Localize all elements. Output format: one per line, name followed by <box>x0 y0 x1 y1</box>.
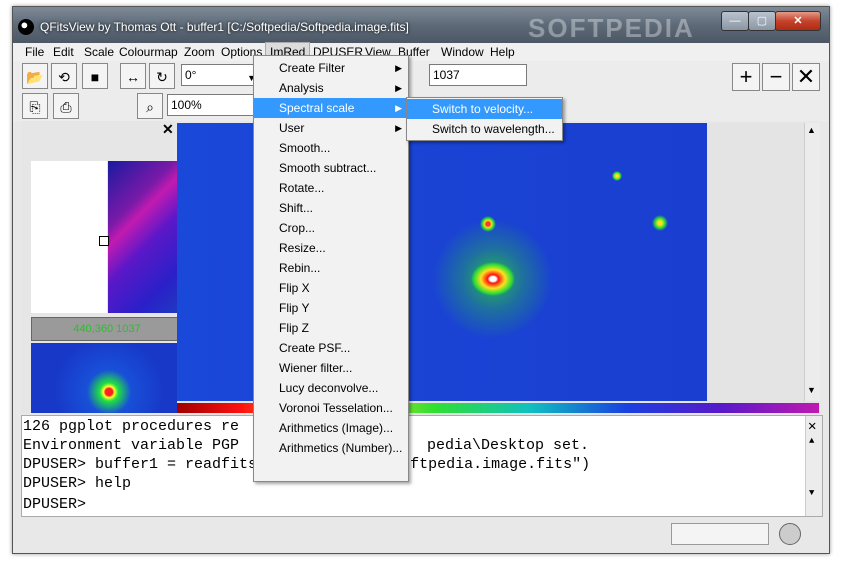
close-button[interactable]: ✕ <box>775 11 821 31</box>
image-vertical-scrollbar[interactable]: ▲ ▼ <box>804 123 820 401</box>
status-field <box>671 523 769 545</box>
menu-edit[interactable]: Edit <box>49 43 78 61</box>
open-folder-icon[interactable]: 📂 <box>22 63 48 89</box>
status-bar <box>13 517 829 553</box>
close-icon[interactable]: ✕ <box>162 121 174 138</box>
copy-icon[interactable]: ⎘ <box>22 93 48 119</box>
magnifier-icon[interactable]: ⌕ <box>137 93 163 119</box>
menu-item-switch-wavelength[interactable]: Switch to wavelength... <box>407 119 562 139</box>
zoom-select[interactable]: 100% ▼ <box>167 94 265 116</box>
watermark: SOFTPEDIA <box>528 13 695 43</box>
submenu-arrow-icon: ▶ <box>395 103 402 113</box>
menu-item-rotate[interactable]: Rotate... <box>254 178 408 198</box>
menu-item-smooth[interactable]: Smooth... <box>254 138 408 158</box>
menu-item-wiener-filter[interactable]: Wiener filter... <box>254 358 408 378</box>
globe-icon <box>779 523 801 545</box>
menu-item-analysis[interactable]: Analysis ▶ <box>254 78 408 98</box>
reload-icon[interactable]: ⟲ <box>51 63 77 89</box>
menu-window[interactable]: Window <box>437 43 488 61</box>
console-line: Environment variable PGP <box>23 437 240 454</box>
overview-thumbnail[interactable] <box>31 343 181 413</box>
menu-item-resize[interactable]: Resize... <box>254 238 408 258</box>
left-panel: ✕ 440,360 1037 <box>21 121 183 413</box>
scroll-down-icon[interactable]: ▼ <box>807 385 816 395</box>
menu-item-smooth-subtract[interactable]: Smooth subtract... <box>254 158 408 178</box>
save-icon[interactable]: ■ <box>82 63 108 89</box>
menu-item-flip-z[interactable]: Flip Z <box>254 318 408 338</box>
cursor-value-bar: 440,360 1037 <box>31 317 183 341</box>
console-line: 126 pgplot procedures re <box>23 418 240 435</box>
console-prompt: DPUSER> <box>23 496 87 513</box>
menu-colourmap[interactable]: Colourmap <box>115 43 182 61</box>
toolbar-top: 📂 ⟲ ■ ↔ ↻ 0° ▼ 1037 + − ✕ <box>13 61 829 91</box>
close-image-icon[interactable]: ✕ <box>792 63 820 91</box>
minimize-button[interactable]: — <box>721 11 749 31</box>
menu-item-shift[interactable]: Shift... <box>254 198 408 218</box>
menu-item-flip-x[interactable]: Flip X <box>254 278 408 298</box>
profile-area <box>31 161 107 313</box>
rotation-value: 0° <box>185 68 197 82</box>
zoom-value: 100% <box>171 98 202 112</box>
flip-horizontal-icon[interactable]: ↔ <box>120 63 146 89</box>
menu-item-user[interactable]: User ▶ <box>254 118 408 138</box>
menu-zoom[interactable]: Zoom <box>180 43 219 61</box>
menu-help[interactable]: Help <box>486 43 519 61</box>
menubar: File Edit Scale Colourmap Zoom Options I… <box>13 42 829 62</box>
console-line: DPUSER> help <box>23 475 132 492</box>
menu-item-arithmetics-number[interactable]: Arithmetics (Number)... <box>254 438 408 458</box>
rotation-select[interactable]: 0° ▼ <box>181 64 259 86</box>
console-scrollbar[interactable]: ✕ ▲ ▼ <box>805 416 822 516</box>
scroll-up-icon[interactable]: ▲ <box>807 125 816 135</box>
console-line-tail: pedia\Desktop set. <box>427 437 590 454</box>
menu-item-rebin[interactable]: Rebin... <box>254 258 408 278</box>
menu-scale[interactable]: Scale <box>80 43 118 61</box>
maximize-button[interactable]: ▢ <box>748 11 776 31</box>
colourmap-handle[interactable] <box>99 236 109 246</box>
scroll-down-icon[interactable]: ▼ <box>809 488 814 498</box>
close-icon[interactable]: ✕ <box>808 418 816 435</box>
spectral-scale-submenu: Switch to velocity... Switch to waveleng… <box>406 97 563 141</box>
window-title: QFitsView by Thomas Ott - buffer1 [C:/So… <box>40 20 409 34</box>
zoom-out-icon[interactable]: − <box>762 63 790 91</box>
menu-item-arithmetics-image[interactable]: Arithmetics (Image)... <box>254 418 408 438</box>
menu-item-lucy-deconvolve[interactable]: Lucy deconvolve... <box>254 378 408 398</box>
app-window: QFitsView by Thomas Ott - buffer1 [C:/So… <box>12 6 830 554</box>
submenu-arrow-icon: ▶ <box>395 83 402 93</box>
menu-item-create-psf[interactable]: Create PSF... <box>254 338 408 358</box>
value-field[interactable]: 1037 <box>429 64 527 86</box>
colourmap-preview <box>108 161 181 313</box>
menu-item-crop[interactable]: Crop... <box>254 218 408 238</box>
menu-item-spectral-scale[interactable]: Spectral scale ▶ <box>254 98 408 118</box>
menu-file[interactable]: File <box>21 43 48 61</box>
menu-item-create-filter[interactable]: Create Filter ▶ <box>254 58 408 78</box>
print-icon[interactable]: ⎙ <box>53 93 79 119</box>
title-bar[interactable]: QFitsView by Thomas Ott - buffer1 [C:/So… <box>13 7 829 43</box>
submenu-arrow-icon: ▶ <box>395 63 402 73</box>
dpuser-console[interactable]: 126 pgplot procedures re Environment var… <box>21 415 823 517</box>
menu-item-switch-velocity[interactable]: Switch to velocity... <box>407 99 562 119</box>
imred-dropdown-menu: Create Filter ▶ Analysis ▶ Spectral scale ▶… <box>253 55 409 482</box>
rotate-icon[interactable]: ↻ <box>149 63 175 89</box>
menu-item-voronoi[interactable]: Voronoi Tesselation... <box>254 398 408 418</box>
menu-item-flip-y[interactable]: Flip Y <box>254 298 408 318</box>
zoom-in-icon[interactable]: + <box>732 63 760 91</box>
scroll-up-icon[interactable]: ▲ <box>809 436 814 446</box>
submenu-arrow-icon: ▶ <box>395 123 402 133</box>
app-icon <box>18 19 34 35</box>
